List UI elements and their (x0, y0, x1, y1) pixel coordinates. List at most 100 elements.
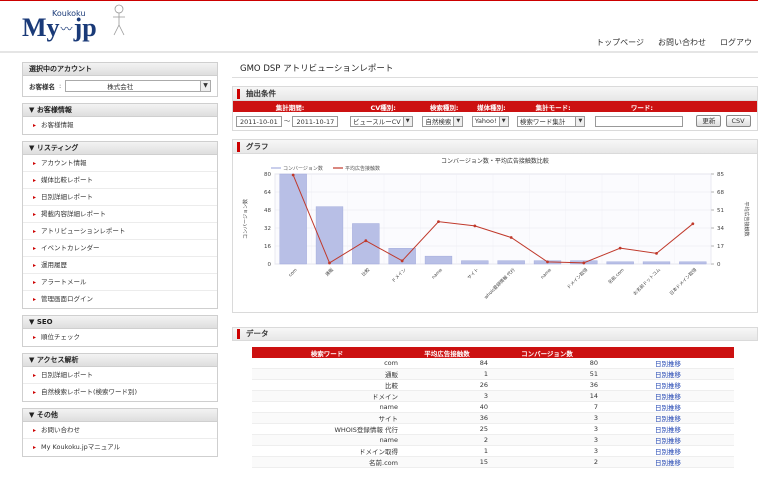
daily-trend-link[interactable]: 日別推移 (602, 379, 734, 391)
data-title: データ (246, 329, 269, 338)
cell-avg-contact: 40 (402, 401, 492, 413)
sidebar-section-title[interactable]: ▼ アクセス解析 (23, 354, 217, 367)
cell-keyword: 比較 (252, 379, 402, 391)
cond-header-media: 媒体種別: (468, 101, 514, 112)
date-from-input[interactable]: 2011-10-01 (236, 115, 282, 127)
sidebar-item[interactable]: ▸ 管理画面ログイン (23, 291, 217, 308)
daily-trend-link[interactable]: 日別推移 (602, 445, 734, 457)
word-input[interactable] (595, 115, 684, 127)
bullet-arrow-icon: ▸ (33, 389, 37, 396)
y-left-tick-label: 0 (268, 262, 272, 268)
point-avg-contact (437, 220, 440, 224)
mode-select[interactable]: 検索ワード集計 ▼ (516, 115, 586, 127)
sidebar-section-title[interactable]: ▼ リスティング (23, 142, 217, 155)
graph-title: グラフ (246, 141, 269, 151)
cond-header-period: 集計期間: (233, 101, 348, 112)
table-row: WHOIS登録情報 代行 25 3 日別推移 (252, 423, 734, 435)
sidebar-item[interactable]: ▸ アカウント情報 (23, 155, 217, 172)
bar-conversions (679, 261, 707, 265)
sidebar-item[interactable]: ▸ 媒体比較レポート (23, 172, 217, 189)
x-tick-label: 名前.com (606, 266, 625, 285)
bullet-arrow-icon: ▸ (33, 296, 37, 303)
sidebar-item-label: My Koukoku.jpマニュアル (41, 443, 121, 451)
chevron-down-icon: ▼ (453, 116, 463, 126)
nav-logout[interactable]: ログアウ (720, 37, 752, 48)
x-tick-label: 日本ドメイン取得 (668, 266, 699, 297)
bullet-arrow-icon: ▸ (33, 372, 37, 379)
y-right-tick-label: 34 (717, 226, 724, 232)
cell-keyword: ドメイン取得 (252, 445, 402, 457)
sidebar-section-title[interactable]: ▼ お客様情報 (23, 104, 217, 117)
sidebar-item[interactable]: ▸ 日別詳細レポート (23, 189, 217, 206)
sidebar-item[interactable]: ▸ 運用履歴 (23, 257, 217, 274)
bar-conversions (352, 223, 380, 265)
legend-label-conversions: コンバージョン数 (283, 165, 323, 172)
sidebar-item[interactable]: ▸ 日別詳細レポート (23, 367, 217, 384)
site-logo[interactable]: My 〰 jp Koukoku (22, 7, 97, 41)
update-button[interactable]: 更新 (696, 115, 722, 127)
x-tick-label: ドメイン取得 (565, 266, 589, 290)
chevron-down-icon: ▼ (200, 81, 210, 91)
mascot-icon (113, 4, 125, 36)
conditions-section: 抽出条件 集計期間: CV種別: 検索種別: 媒体種別: 集計モード: ワード:… (232, 86, 758, 131)
sidebar-section-title[interactable]: ▼ SEO (23, 316, 217, 329)
sidebar-item[interactable]: ▸ 掲載内容詳細レポート (23, 206, 217, 223)
account-panel: 選択中のアカウント お客様名 : 株式会社 ▼ (22, 62, 218, 97)
cv-type-select[interactable]: ビュースルーCV ▼ (350, 115, 413, 127)
date-to-input[interactable]: 2011-10-17 (292, 115, 339, 127)
sidebar-item[interactable]: ▸ イベントカレンダー (23, 240, 217, 257)
page-title: GMO DSP アトリビューションレポート (232, 62, 758, 78)
y-right-tick-label: 68 (717, 190, 724, 196)
sidebar-item[interactable]: ▸ 自然検索レポート(検索ワード別) (23, 384, 217, 401)
point-avg-contact (291, 173, 295, 177)
y-left-tick-label: 48 (264, 208, 271, 214)
sidebar-item-label: アトリビューションレポート (41, 227, 126, 235)
logo-my: My (22, 13, 60, 42)
csv-button[interactable]: CSV (725, 115, 751, 127)
cell-avg-contact: 36 (402, 412, 492, 424)
point-avg-contact (655, 252, 658, 255)
chart-title: コンバージョン数・平均広告接触数比較 (441, 157, 549, 165)
cell-conversions: 80 (492, 358, 602, 369)
sidebar-item[interactable]: ▸ 順位チェック (23, 329, 217, 346)
daily-trend-link[interactable]: 日別推移 (602, 401, 734, 413)
sidebar-item[interactable]: ▸ お問い合わせ (23, 422, 217, 439)
sidebar-item[interactable]: ▸ お客様情報 (23, 117, 217, 134)
daily-trend-link[interactable]: 日別推移 (602, 358, 734, 369)
table-row: ドメイン 3 14 日別推移 (252, 390, 734, 402)
account-select[interactable]: 株式会社 ▼ (65, 80, 211, 92)
daily-trend-link[interactable]: 日別推移 (602, 423, 734, 435)
cell-conversions: 14 (492, 390, 602, 402)
daily-trend-link[interactable]: 日別推移 (602, 368, 734, 380)
cell-keyword: name (252, 434, 402, 446)
daily-trend-link[interactable]: 日別推移 (602, 390, 734, 402)
sidebar-section-title[interactable]: ▼ その他 (23, 409, 217, 422)
bar-conversions (606, 261, 634, 265)
bullet-arrow-icon: ▸ (33, 194, 37, 201)
x-tick-label: 比較 (360, 266, 372, 278)
daily-trend-link[interactable]: 日別推移 (602, 456, 734, 468)
data-section: データ 検索ワード 平均広告接触数 コンバージョン数 com 84 80 日別推移 通販… (232, 327, 758, 468)
graph-section: グラフ コンバージョン数・平均広告接触数比較 コンバージョン数 平均広告接触数 0 16… (232, 139, 758, 313)
chevron-down-icon: ▼ (575, 116, 585, 126)
daily-trend-link[interactable]: 日別推移 (602, 434, 734, 446)
cell-keyword: ドメイン (252, 390, 402, 402)
y-right-tick-label: 17 (717, 244, 724, 250)
search-type-select[interactable]: 自然検索 ▼ (422, 115, 464, 127)
sidebar-item[interactable]: ▸ My Koukoku.jpマニュアル (23, 439, 217, 456)
sidebar-item[interactable]: ▸ アトリビューションレポート (23, 223, 217, 240)
nav-top-page[interactable]: トップページ (596, 37, 644, 48)
sidebar-section: ▼ SEO ▸ 順位チェック (22, 315, 218, 347)
point-avg-contact (364, 239, 368, 243)
table-row: name 40 7 日別推移 (252, 401, 734, 413)
nav-contact[interactable]: お問い合わせ (658, 37, 706, 48)
media-type-select[interactable]: Yahoo! ▼ (471, 115, 509, 127)
sidebar-section: ▼ リスティング ▸ アカウント情報 ▸ 媒体比較レポート ▸ 日別詳細レポート ▸ 掲載内容詳… (22, 141, 218, 309)
cell-avg-contact: 26 (402, 379, 492, 391)
x-tick-label: 通販 (324, 266, 336, 278)
search-type-value: 自然検索 (425, 118, 452, 126)
col-header-conversions: コンバージョン数 (492, 347, 602, 358)
sidebar-item[interactable]: ▸ アラートメール (23, 274, 217, 291)
cond-header-actions (691, 101, 757, 112)
daily-trend-link[interactable]: 日別推移 (602, 412, 734, 424)
